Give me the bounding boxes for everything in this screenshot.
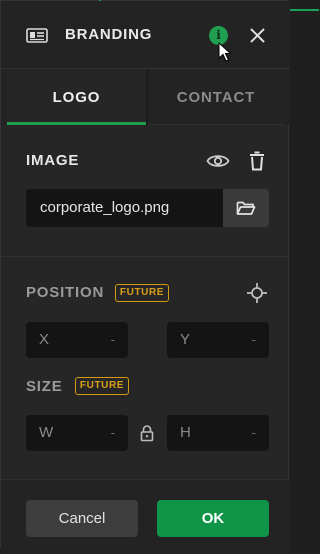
size-w-field[interactable]: W - (26, 415, 128, 451)
close-icon[interactable] (248, 26, 267, 45)
tab-logo[interactable]: LOGO (7, 70, 146, 125)
tab-contact[interactable]: CONTACT (148, 70, 284, 125)
ok-button[interactable]: OK (157, 500, 269, 537)
panel-footer: Cancel OK (1, 479, 290, 554)
position-y-field[interactable]: Y - (167, 322, 269, 358)
cancel-button[interactable]: Cancel (26, 500, 138, 537)
future-badge: FUTURE (75, 377, 129, 395)
lock-icon[interactable] (140, 425, 154, 442)
w-label: W (39, 424, 54, 441)
panel-title: BRANDING (65, 26, 153, 43)
folder-icon (236, 201, 256, 215)
section-divider (1, 256, 290, 257)
image-section-title: IMAGE (26, 152, 80, 169)
mouse-cursor-icon (218, 42, 232, 62)
id-card-icon (26, 28, 48, 43)
x-label: X (39, 331, 50, 348)
panel-header: BRANDING i (1, 1, 290, 69)
size-section-title: SIZE (26, 378, 63, 395)
future-badge: FUTURE (115, 284, 169, 302)
y-label: Y (180, 331, 191, 348)
branding-panel: BRANDING i LOGO CONTACT IMAGE corporate_… (0, 0, 319, 554)
size-h-field[interactable]: H - (167, 415, 269, 451)
y-value: - (251, 332, 256, 347)
crosshair-icon[interactable] (246, 282, 268, 304)
position-x-field[interactable]: X - (26, 322, 128, 358)
w-value: - (110, 425, 115, 440)
logo-file-field[interactable]: corporate_logo.png (26, 189, 223, 227)
position-section-title: POSITION (26, 284, 105, 301)
eye-icon[interactable] (206, 152, 230, 170)
browse-file-button[interactable] (223, 189, 269, 227)
h-value: - (251, 425, 256, 440)
x-value: - (110, 332, 115, 347)
trash-icon[interactable] (248, 151, 266, 171)
tab-bar: LOGO CONTACT (1, 70, 290, 125)
h-label: H (180, 424, 191, 441)
